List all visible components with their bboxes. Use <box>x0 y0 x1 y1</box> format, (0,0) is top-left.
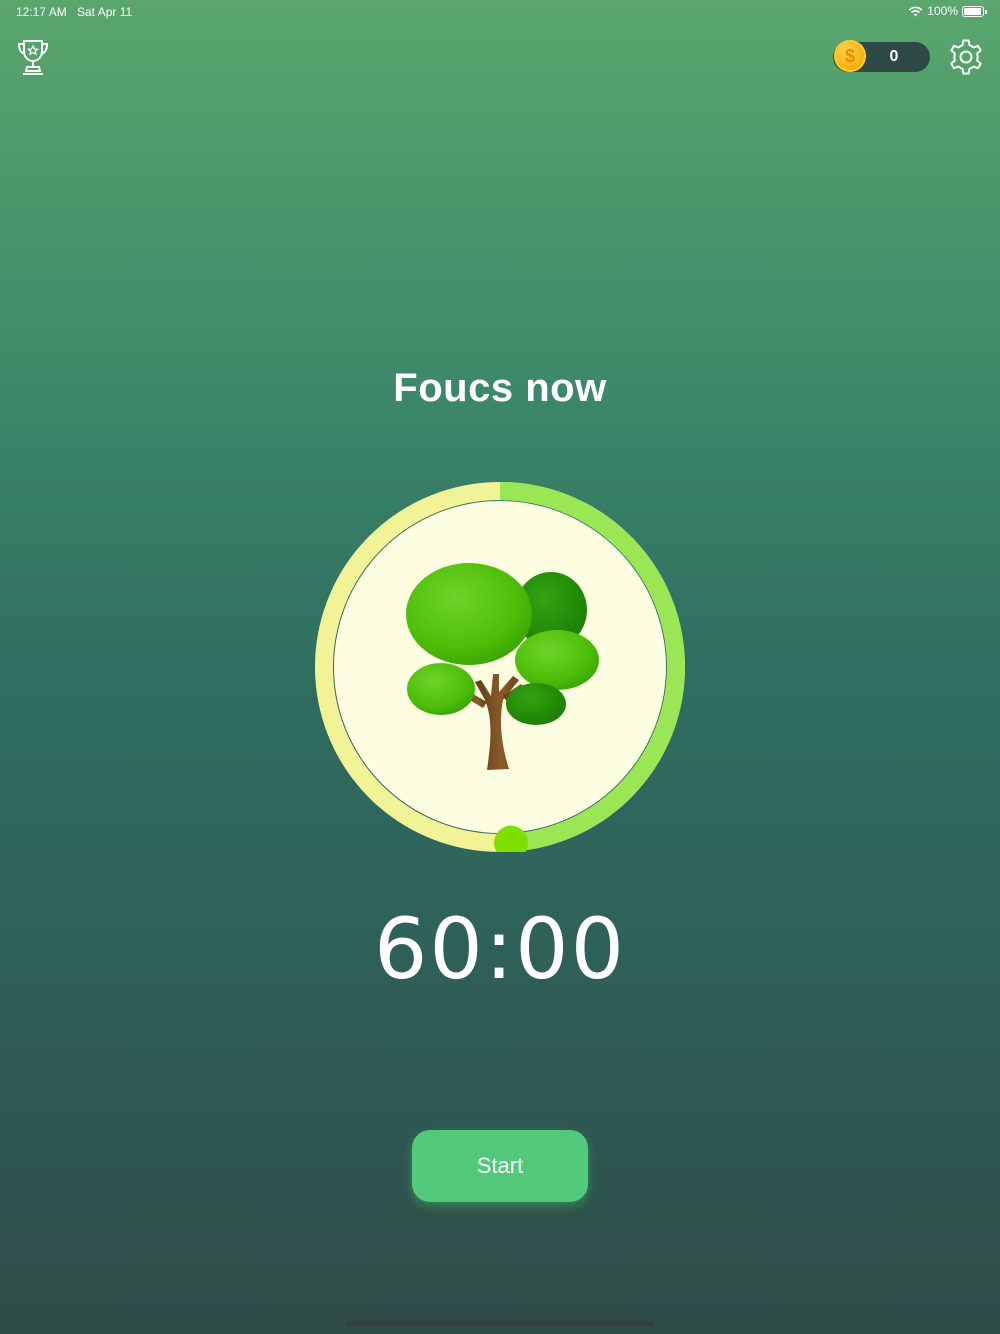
battery-fill <box>964 7 981 15</box>
page-title: Foucs now <box>393 366 607 410</box>
coin-icon: $ <box>834 40 866 72</box>
gear-icon[interactable] <box>947 38 985 76</box>
status-bar: 12:17 AM Sat Apr 11 100% <box>0 0 1000 24</box>
wifi-icon <box>908 6 923 16</box>
progress-ring <box>315 482 685 860</box>
start-button[interactable]: Start <box>412 1130 588 1202</box>
trophy-icon[interactable] <box>15 38 51 76</box>
timer-display: 60:00 <box>373 900 627 998</box>
coin-count: 0 <box>889 48 899 65</box>
status-time: 12:17 AM <box>16 5 67 19</box>
coin-balance[interactable]: $ 0 <box>833 40 930 72</box>
timer-ring <box>315 482 685 860</box>
inner-disc <box>334 501 666 833</box>
home-indicator[interactable] <box>346 1321 654 1326</box>
battery-icon <box>962 5 987 17</box>
battery-percent: 100% <box>927 4 958 18</box>
status-right: 100% <box>908 4 987 18</box>
status-date: Sat Apr 11 <box>77 5 133 19</box>
coin-symbol: $ <box>844 45 855 66</box>
